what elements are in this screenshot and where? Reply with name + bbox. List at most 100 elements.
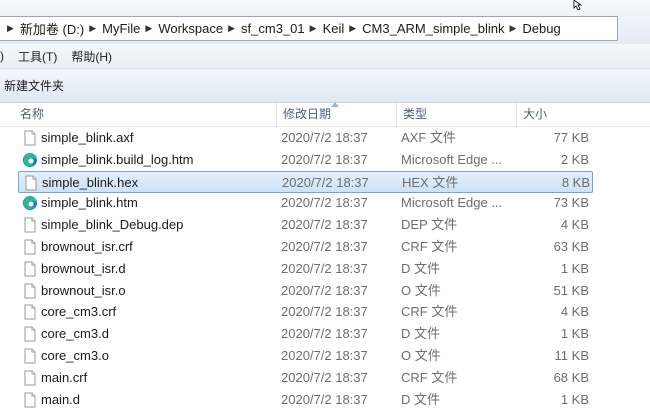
breadcrumb-arrow-icon[interactable]: ▶ (510, 23, 517, 34)
menu-item-tools[interactable]: 工具(T) (14, 48, 61, 65)
breadcrumb-arrow-icon[interactable]: ▶ (89, 23, 96, 34)
file-type: D 文件 (401, 326, 441, 342)
file-size: 51 KB (553, 282, 589, 298)
breadcrumb-item[interactable]: ▶ sf_cm3_01 (223, 21, 305, 36)
file-row[interactable]: brownout_isr.d 2020/7/2 18:37 D 文件 1 KB (18, 258, 593, 280)
breadcrumb-label: CM3_ARM_simple_blink (362, 21, 505, 36)
file-type: DEP 文件 (401, 217, 458, 233)
file-date: 2020/7/2 18:37 (281, 391, 368, 407)
file-type: Microsoft Edge ... (401, 151, 503, 167)
breadcrumb-item[interactable]: ▶ 新加卷 (D:) (7, 19, 84, 38)
edge-icon (22, 152, 38, 168)
breadcrumb-label: Debug (522, 21, 561, 36)
breadcrumb-arrow-icon[interactable]: ▶ (349, 23, 356, 34)
file-type: CRF 文件 (401, 369, 458, 385)
file-icon (23, 175, 39, 191)
file-name: simple_blink.build_log.htm (41, 151, 194, 167)
breadcrumb-arrow-icon[interactable]: ▶ (310, 23, 317, 34)
file-date: 2020/7/2 18:37 (281, 130, 368, 145)
file-type: AXF 文件 (401, 130, 456, 145)
file-row[interactable]: core_cm3.d 2020/7/2 18:37 D 文件 1 KB (18, 323, 593, 345)
file-type: Microsoft Edge ... (401, 195, 503, 211)
file-type: D 文件 (401, 391, 441, 407)
file-date: 2020/7/2 18:37 (281, 239, 368, 254)
file-name: core_cm3.crf (41, 304, 117, 320)
file-row[interactable]: simple_blink.hex 2020/7/2 18:37 HEX 文件 8 KB (18, 170, 593, 193)
file-size: 77 KB (553, 130, 589, 145)
file-name: simple_blink.hex (42, 174, 139, 190)
file-row[interactable]: simple_blink.htm 2020/7/2 18:37 Microsoft … (18, 192, 593, 214)
file-type: O 文件 (401, 282, 441, 298)
file-type: D 文件 (401, 260, 441, 276)
file-date: 2020/7/2 18:37 (281, 326, 368, 342)
file-size: 8 KB (561, 174, 590, 190)
file-name: simple_blink_Debug.dep (41, 217, 184, 233)
file-row[interactable]: simple_blink_Debug.dep 2020/7/2 18:37 DEP … (18, 214, 593, 236)
file-type: O 文件 (401, 348, 441, 363)
file-row[interactable]: brownout_isr.crf 2020/7/2 18:37 CRF 文件 63 K… (18, 236, 593, 258)
file-size: 1 KB (560, 391, 589, 407)
file-date: 2020/7/2 18:37 (281, 348, 368, 363)
breadcrumb-item[interactable]: ▶ Workspace (140, 21, 223, 36)
breadcrumb-arrow-icon[interactable]: ▶ (228, 23, 235, 34)
file-row[interactable]: core_cm3.crf 2020/7/2 18:37 CRF 文件 4 KB (18, 301, 593, 323)
menu-item-help[interactable]: 帮助(H) (67, 48, 116, 65)
breadcrumb-label: Workspace (158, 21, 224, 36)
file-name: core_cm3.o (41, 348, 109, 363)
sort-ascending-icon (331, 102, 339, 107)
breadcrumb-item[interactable]: ▶ Debug (505, 21, 561, 36)
file-name: core_cm3.d (41, 326, 109, 342)
file-row[interactable]: main.d 2020/7/2 18:37 D 文件 1 KB (18, 389, 593, 411)
file-size: 2 KB (560, 151, 589, 167)
column-type[interactable]: 类型 (396, 103, 516, 126)
file-row[interactable]: simple_blink.axf 2020/7/2 18:37 AXF 文件 77 K… (18, 127, 593, 149)
mouse-cursor-icon (573, 0, 583, 10)
breadcrumb-arrow-icon[interactable]: ▶ (145, 23, 152, 34)
column-name[interactable]: 名称 (14, 103, 276, 126)
file-date: 2020/7/2 18:37 (281, 260, 368, 276)
file-icon (22, 261, 38, 277)
column-type-label: 类型 (403, 107, 428, 121)
file-name: simple_blink.axf (41, 130, 134, 145)
menu-bar: ) 工具(T) 帮助(H) (0, 44, 650, 69)
file-date: 2020/7/2 18:37 (281, 151, 368, 167)
file-icon (22, 217, 38, 233)
file-date: 2020/7/2 18:37 (281, 282, 368, 298)
address-bar[interactable]: ▶ 新加卷 (D:) ▶ MyFile ▶ Workspace ▶ sf_cm3_01 ▶ Kei… (0, 16, 618, 41)
new-folder-button[interactable]: 新建文件夹 (0, 77, 68, 94)
file-name: main.crf (41, 369, 88, 385)
breadcrumb-label: Keil (322, 21, 345, 36)
file-size: 1 KB (560, 326, 589, 342)
file-date: 2020/7/2 18:37 (281, 304, 368, 320)
file-name: brownout_isr.o (41, 282, 126, 298)
breadcrumb-arrow-icon[interactable]: ▶ (7, 23, 14, 34)
edge-icon (22, 195, 38, 211)
file-icon (22, 130, 38, 146)
file-icon (22, 348, 38, 364)
file-icon (22, 304, 38, 320)
file-date: 2020/7/2 18:37 (281, 369, 368, 385)
file-name: main.d (41, 391, 81, 407)
menu-item-partial[interactable]: ) (0, 49, 4, 63)
file-icon (22, 326, 38, 342)
file-type: CRF 文件 (401, 239, 458, 254)
column-name-label: 名称 (20, 107, 45, 121)
file-name: simple_blink.htm (41, 195, 138, 211)
breadcrumb-label: MyFile (102, 21, 141, 36)
file-row[interactable]: simple_blink.build_log.htm 2020/7/2 18:37… (18, 149, 593, 171)
file-icon (22, 392, 38, 408)
file-row[interactable]: core_cm3.o 2020/7/2 18:37 O 文件 11 KB (18, 345, 593, 367)
file-size: 68 KB (553, 369, 589, 385)
file-icon (22, 283, 38, 299)
file-size: 63 KB (553, 239, 589, 254)
breadcrumb-item[interactable]: ▶ CM3_ARM_simple_blink (344, 21, 504, 36)
command-toolbar: 新建文件夹 (0, 69, 650, 103)
file-row[interactable]: brownout_isr.o 2020/7/2 18:37 O 文件 51 KB (18, 280, 593, 302)
breadcrumb-item[interactable]: ▶ MyFile (84, 21, 140, 36)
file-type: CRF 文件 (401, 304, 458, 320)
column-size[interactable]: 大小 (516, 103, 596, 126)
file-size: 73 KB (553, 195, 589, 211)
breadcrumb-label: sf_cm3_01 (241, 21, 305, 36)
file-row[interactable]: main.crf 2020/7/2 18:37 CRF 文件 68 KB (18, 367, 593, 389)
breadcrumb-item[interactable]: ▶ Keil (305, 21, 345, 36)
